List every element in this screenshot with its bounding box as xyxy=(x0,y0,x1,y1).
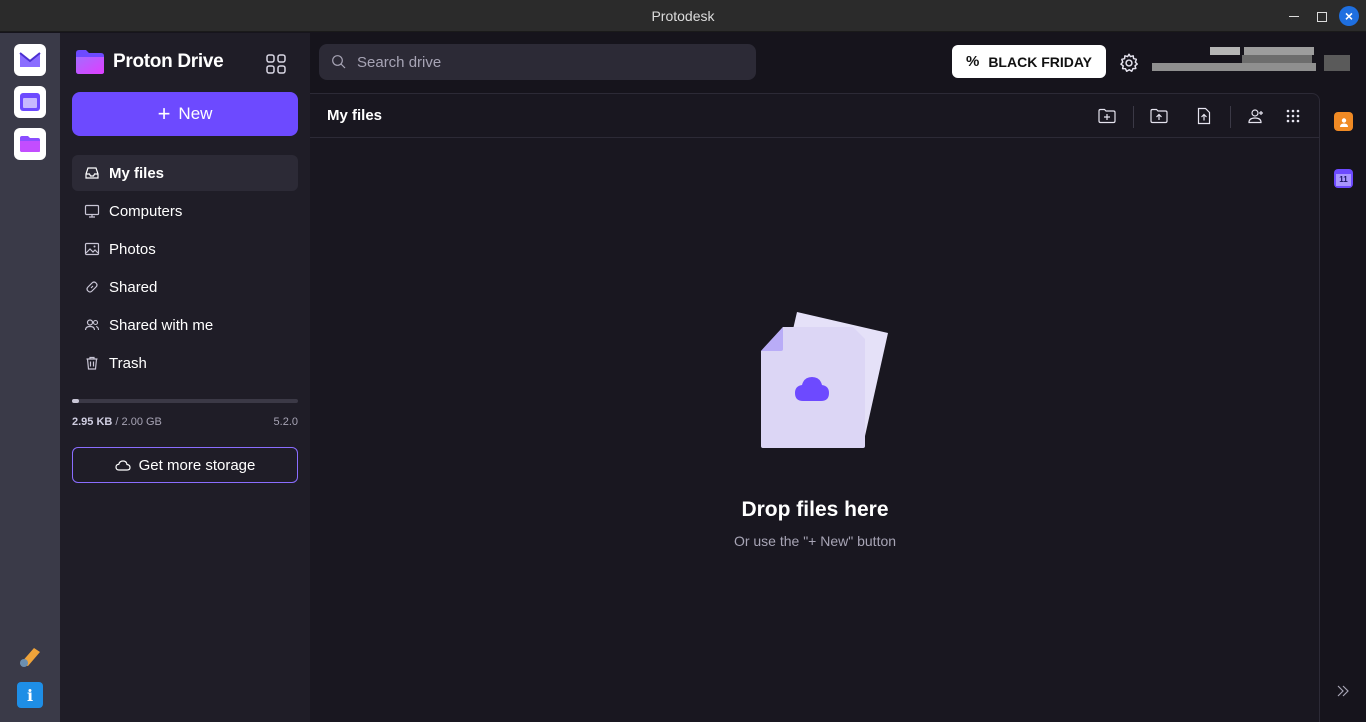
link-icon xyxy=(86,281,98,293)
proton-drive-logo: Proton Drive xyxy=(75,49,224,75)
info-icon[interactable]: i xyxy=(17,682,43,708)
app-version: 5.2.0 xyxy=(273,416,298,428)
empty-folder-illustration xyxy=(761,312,888,448)
sidebar-item-label: Trash xyxy=(109,354,147,372)
main-header: My files xyxy=(310,94,1319,138)
trash-icon xyxy=(86,356,98,370)
storage-progress-fill xyxy=(72,399,79,403)
black-friday-button[interactable]: % BLACK FRIDAY xyxy=(952,45,1106,78)
toolbar-divider xyxy=(1230,106,1231,128)
image-icon xyxy=(84,242,100,256)
maximize-button[interactable] xyxy=(1313,8,1329,24)
expand-chevron-icon[interactable] xyxy=(1336,684,1350,698)
sidebar-item-label: Shared with me xyxy=(109,316,214,334)
get-more-storage-button[interactable]: Get more storage xyxy=(72,447,298,483)
inbox-icon xyxy=(85,167,99,179)
sidebar-item-shared[interactable]: Shared xyxy=(72,269,298,305)
plus-icon: + xyxy=(157,101,171,126)
empty-state-subtitle: Or use the "+ New" button xyxy=(733,533,897,549)
window-title: Protodesk xyxy=(651,8,715,24)
empty-state-title: Drop files here xyxy=(741,498,889,521)
sidebar-item-label: Shared xyxy=(109,278,158,296)
users-icon xyxy=(84,319,100,331)
sidebar-item-photos[interactable]: Photos xyxy=(72,231,298,267)
window-titlebar: Protodesk × xyxy=(0,0,1366,32)
proton-mail-app-icon[interactable] xyxy=(14,44,46,76)
apps-grid-icon[interactable] xyxy=(264,52,288,76)
calendar-app-icon[interactable]: 11 xyxy=(1334,169,1353,188)
sidebar-item-trash[interactable]: Trash xyxy=(72,345,298,381)
get-more-storage-label: Get more storage xyxy=(138,456,256,474)
storage-progress-bar xyxy=(72,399,298,403)
sidebar: Proton Drive + New My files Computers Ph… xyxy=(60,33,310,722)
storage-usage: 2.95 KB / 2.00 GB xyxy=(72,416,162,428)
black-friday-label: BLACK FRIDAY xyxy=(988,53,1093,70)
proton-drive-app-icon[interactable] xyxy=(14,128,46,160)
sidebar-item-shared-with-me[interactable]: Shared with me xyxy=(72,307,298,343)
brand-name: Proton Drive xyxy=(113,51,224,72)
new-button-label: New xyxy=(178,104,213,123)
top-bar: % BLACK FRIDAY xyxy=(310,33,1366,93)
search-input[interactable] xyxy=(357,53,737,71)
new-folder-icon[interactable] xyxy=(1097,106,1117,126)
gear-icon[interactable] xyxy=(1118,52,1140,74)
sidebar-item-computers[interactable]: Computers xyxy=(72,193,298,229)
minimize-button[interactable] xyxy=(1286,8,1302,24)
monitor-icon xyxy=(84,204,100,218)
drive-folder-icon xyxy=(76,50,104,74)
toolbar-divider xyxy=(1133,106,1134,128)
proton-calendar-app-icon[interactable] xyxy=(14,86,46,118)
share-user-icon[interactable] xyxy=(1246,106,1266,126)
new-button[interactable]: + New xyxy=(72,92,298,136)
upload-file-icon[interactable] xyxy=(1194,106,1214,126)
sidebar-item-label: Computers xyxy=(109,202,183,220)
sidebar-item-my-files[interactable]: My files xyxy=(72,155,298,191)
percent-icon: % xyxy=(965,53,980,70)
storage-used: 2.95 KB xyxy=(72,416,113,428)
sidebar-nav: My files Computers Photos Shared Shared … xyxy=(72,155,298,383)
upload-folder-icon[interactable] xyxy=(1149,106,1169,126)
sidebar-item-label: Photos xyxy=(109,240,156,258)
sidebar-item-label: My files xyxy=(109,164,165,182)
right-app-rail: 11 xyxy=(1320,93,1366,722)
cloud-icon xyxy=(115,460,131,471)
app-switcher-rail: i xyxy=(0,33,60,722)
search-icon xyxy=(332,55,346,69)
main-content: My files Drop files here Or use the "+ N… xyxy=(310,93,1320,722)
pen-tool-icon[interactable] xyxy=(14,640,46,672)
page-title: My files xyxy=(327,107,383,124)
contacts-app-icon[interactable] xyxy=(1334,112,1353,131)
search-box[interactable] xyxy=(319,44,756,80)
storage-total: 2.00 GB xyxy=(121,416,162,428)
user-account-menu[interactable] xyxy=(1152,47,1358,77)
close-button[interactable]: × xyxy=(1339,6,1359,26)
view-grid-icon[interactable] xyxy=(1283,106,1303,126)
